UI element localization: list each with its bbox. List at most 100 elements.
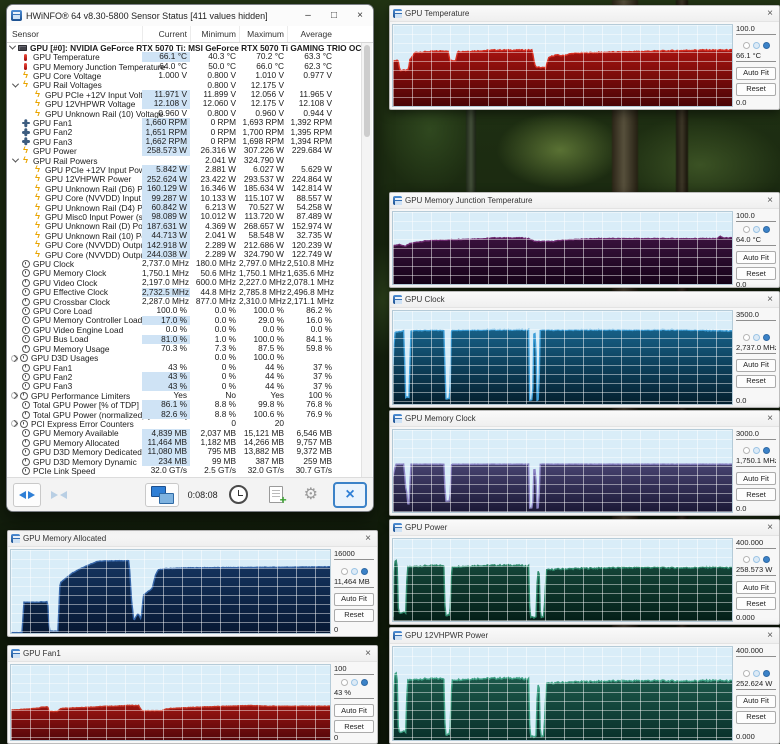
table-row[interactable]: GPU Core (NVVDD) Output Power142.918 W2.… [7, 240, 373, 250]
close-icon[interactable]: × [359, 533, 377, 544]
graph-title-bar[interactable]: GPU Clock × [390, 292, 779, 308]
table-row[interactable]: GPU 12VHPWR Voltage12.108 V12.060 V12.17… [7, 99, 373, 109]
table-row[interactable]: GPU Bus Load 81.0 % 1.0 % 100.0 % 84.1 % [7, 334, 373, 344]
close-icon[interactable]: × [761, 8, 779, 19]
radio-style-1[interactable] [742, 333, 750, 341]
auto-fit-button[interactable]: Auto Fit [736, 358, 776, 372]
radio-style-3-selected[interactable] [360, 567, 368, 575]
radio-style-2[interactable] [752, 556, 760, 563]
radio-style-2[interactable] [752, 41, 760, 49]
table-row[interactable]: GPU Memory Usage 70.3 % 7.3 % 87.5 % 59.8 % [7, 344, 373, 354]
graph-style-radios[interactable] [736, 226, 776, 233]
graph-title-bar[interactable]: GPU Memory Clock × [390, 411, 779, 427]
graph-style-radios[interactable] [334, 679, 374, 686]
minimize-button[interactable]: – [295, 5, 321, 26]
table-row[interactable]: PCIe Link Speed 32.0 GT/s 2.5 GT/s 32.0 GT/… [7, 466, 373, 476]
table-row[interactable]: GPU Power258.573 W26.316 W307.226 W229.6… [7, 146, 373, 156]
table-row[interactable]: GPU Core Load 100.0 % 0.0 % 100.0 % 86.2 % [7, 306, 373, 316]
table-row[interactable]: GPU Fan2 43 % 0 % 44 % 37 % [7, 372, 373, 382]
graph-style-radios[interactable] [736, 333, 776, 341]
graph-style-radios[interactable] [334, 567, 374, 575]
radio-style-3-selected[interactable] [762, 447, 770, 454]
vertical-scrollbar[interactable] [361, 43, 372, 477]
radio-style-1[interactable] [340, 679, 348, 686]
radio-style-1[interactable] [742, 556, 750, 563]
clock-button[interactable] [223, 483, 254, 507]
radio-style-1[interactable] [340, 567, 348, 575]
graph-style-radios[interactable] [736, 556, 776, 563]
table-row[interactable]: GPU Memory Junction Temperature 64.0 °C 50… [7, 62, 373, 72]
table-row[interactable]: GPU Rail Powers2.041 W324.790 W [7, 156, 373, 166]
reset-button[interactable]: Reset [736, 374, 776, 388]
chevron-right-icon[interactable] [11, 420, 18, 428]
close-icon[interactable]: × [359, 648, 377, 659]
close-icon[interactable]: × [761, 195, 779, 206]
radio-style-2[interactable] [350, 567, 358, 575]
reset-button[interactable]: Reset [736, 267, 776, 280]
reset-button[interactable]: Reset [334, 720, 374, 733]
close-sensors-button[interactable]: × [333, 481, 367, 508]
auto-fit-button[interactable]: Auto Fit [736, 251, 776, 264]
graph-title-bar[interactable]: GPU Memory Junction Temperature × [390, 193, 779, 209]
table-row[interactable]: PCI Express Error Counters 0 20 [7, 419, 373, 429]
table-row[interactable]: GPU Effective Clock 2,732.5 MHz 44.8 MHz 2,… [7, 287, 373, 297]
graph-title-bar[interactable]: GPU 12VHPWR Power × [390, 628, 779, 644]
col-maximum[interactable]: Maximum [239, 26, 287, 42]
table-row[interactable]: GPU Temperature 66.1 °C 40.3 °C 70.2 °C 63.3… [7, 52, 373, 62]
table-row[interactable]: GPU Video Engine Load 0.0 % 0.0 % 0.0 % 0.0 … [7, 325, 373, 335]
graph-style-radios[interactable] [736, 41, 776, 49]
auto-fit-button[interactable]: Auto Fit [736, 581, 776, 594]
auto-fit-button[interactable]: Auto Fit [736, 472, 776, 485]
table-row[interactable]: GPU D3D Memory Dedicated 11,080 MB 795 MB 1… [7, 447, 373, 457]
table-row[interactable]: GPU Core (NVVDD) Input Power (sum)99.287… [7, 193, 373, 203]
reset-button[interactable]: Reset [736, 488, 776, 501]
radio-style-2[interactable] [752, 447, 760, 454]
radio-style-2[interactable] [752, 669, 760, 677]
table-row[interactable]: GPU Video Clock 2,197.0 MHz 600.0 MHz 2,227… [7, 278, 373, 288]
table-row[interactable]: GPU Fan1 1,660 RPM 0 RPM 1,693 RPM 1,392 RPM [7, 118, 373, 128]
graph-title-bar[interactable]: GPU Memory Allocated × [8, 531, 377, 547]
table-row[interactable]: GPU Memory Allocated 11,464 MB 1,182 MB 14,… [7, 438, 373, 448]
remote-sensors-button[interactable] [144, 482, 179, 507]
table-row[interactable]: GPU Fan1 43 % 0 % 44 % 37 % [7, 363, 373, 373]
table-row[interactable]: GPU Unknown Rail (10) Voltage0.960 V0.80… [7, 109, 373, 119]
radio-style-3-selected[interactable] [762, 556, 770, 563]
graph-style-radios[interactable] [736, 669, 776, 677]
table-row[interactable]: GPU Memory Available 4,839 MB 2,037 MB 15,1… [7, 428, 373, 438]
chevron-right-icon[interactable] [11, 354, 18, 362]
table-row[interactable]: GPU Unknown Rail (D4) Power (sum)60.842 … [7, 203, 373, 213]
auto-fit-button[interactable]: Auto Fit [334, 704, 374, 717]
radio-style-2[interactable] [350, 679, 358, 686]
col-minimum[interactable]: Minimum [190, 26, 239, 42]
reset-button[interactable]: Reset [334, 608, 374, 622]
graph-style-radios[interactable] [736, 447, 776, 454]
table-row[interactable]: GPU Unknown Rail (10) Power44.713 W2.041… [7, 231, 373, 241]
graph-title-bar[interactable]: GPU Temperature × [390, 6, 779, 22]
graph-title-bar[interactable]: GPU Fan1 × [8, 646, 377, 662]
table-row[interactable]: GPU Fan3 1,662 RPM 0 RPM 1,698 RPM 1,394 RPM [7, 137, 373, 147]
radio-style-1[interactable] [742, 41, 750, 49]
auto-fit-button[interactable]: Auto Fit [736, 66, 776, 80]
radio-style-3-selected[interactable] [762, 226, 770, 233]
close-button[interactable]: × [347, 5, 373, 26]
chevron-down-icon[interactable] [8, 45, 17, 50]
chevron-right-icon[interactable] [11, 392, 18, 400]
col-current[interactable]: Current [142, 26, 190, 42]
table-row[interactable]: GPU D3D Usages 0.0 % 100.0 % [7, 353, 373, 363]
nav-collapse-button[interactable] [45, 483, 73, 507]
table-row[interactable]: GPU PCIe +12V Input Power5.842 W2.881 W6… [7, 165, 373, 175]
close-icon[interactable]: × [761, 630, 779, 641]
chevron-down-icon[interactable] [11, 158, 20, 163]
table-row[interactable]: GPU Clock 2,737.0 MHz 180.0 MHz 2,797.0 MHz… [7, 259, 373, 269]
table-row[interactable]: GPU D3D Memory Dynamic 234 MB 99 MB 387 MB 2… [7, 457, 373, 467]
chevron-down-icon[interactable] [11, 83, 20, 88]
table-row[interactable]: GPU Fan2 1,651 RPM 0 RPM 1,700 RPM 1,395 RPM [7, 127, 373, 137]
table-row[interactable]: GPU [#0]: NVIDIA GeForce RTX 5070 Ti: MS… [7, 43, 373, 53]
radio-style-3-selected[interactable] [762, 669, 770, 677]
table-row[interactable]: GPU PCIe +12V Input Voltage11.971 V11.89… [7, 90, 373, 100]
radio-style-1[interactable] [742, 226, 750, 233]
col-sensor[interactable]: Sensor [7, 26, 142, 42]
auto-fit-button[interactable]: Auto Fit [334, 592, 374, 606]
logging-button[interactable] [263, 483, 289, 507]
close-icon[interactable]: × [761, 522, 779, 533]
